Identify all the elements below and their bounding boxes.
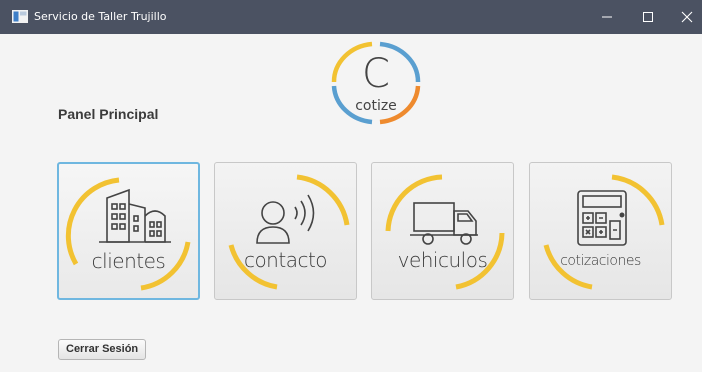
cotize-logo: C cotize xyxy=(331,41,421,125)
minimize-button[interactable] xyxy=(590,0,624,34)
maximize-button[interactable] xyxy=(631,0,665,34)
app-icon xyxy=(12,10,28,23)
tile-vehiculos[interactable]: vehiculos xyxy=(371,162,514,300)
tile-contacto[interactable]: contacto xyxy=(214,162,357,300)
calculator-icon xyxy=(577,190,627,246)
window-titlebar: Servicio de Taller Trujillo xyxy=(0,0,702,34)
tile-label: vehiculos xyxy=(397,248,488,272)
panel-title: Panel Principal xyxy=(58,106,159,122)
tile-label: cotizaciones xyxy=(560,253,641,269)
logo-letter: C xyxy=(362,51,390,97)
person-sound-icon xyxy=(256,194,315,244)
window-title: Servicio de Taller Trujillo xyxy=(34,10,167,23)
truck-icon xyxy=(410,202,478,245)
tile-cotizaciones[interactable]: cotizaciones xyxy=(529,162,672,300)
tile-label: clientes xyxy=(91,249,166,273)
close-button[interactable] xyxy=(670,0,702,34)
logout-button[interactable]: Cerrar Sesión xyxy=(58,339,147,360)
tile-label: contacto xyxy=(243,248,328,272)
close-icon xyxy=(681,11,693,23)
minimize-icon xyxy=(602,16,612,18)
maximize-icon xyxy=(643,12,653,22)
tile-clientes[interactable]: clientes xyxy=(57,162,200,300)
logo-wordmark: cotize xyxy=(355,98,397,114)
buildings-icon xyxy=(99,188,171,243)
